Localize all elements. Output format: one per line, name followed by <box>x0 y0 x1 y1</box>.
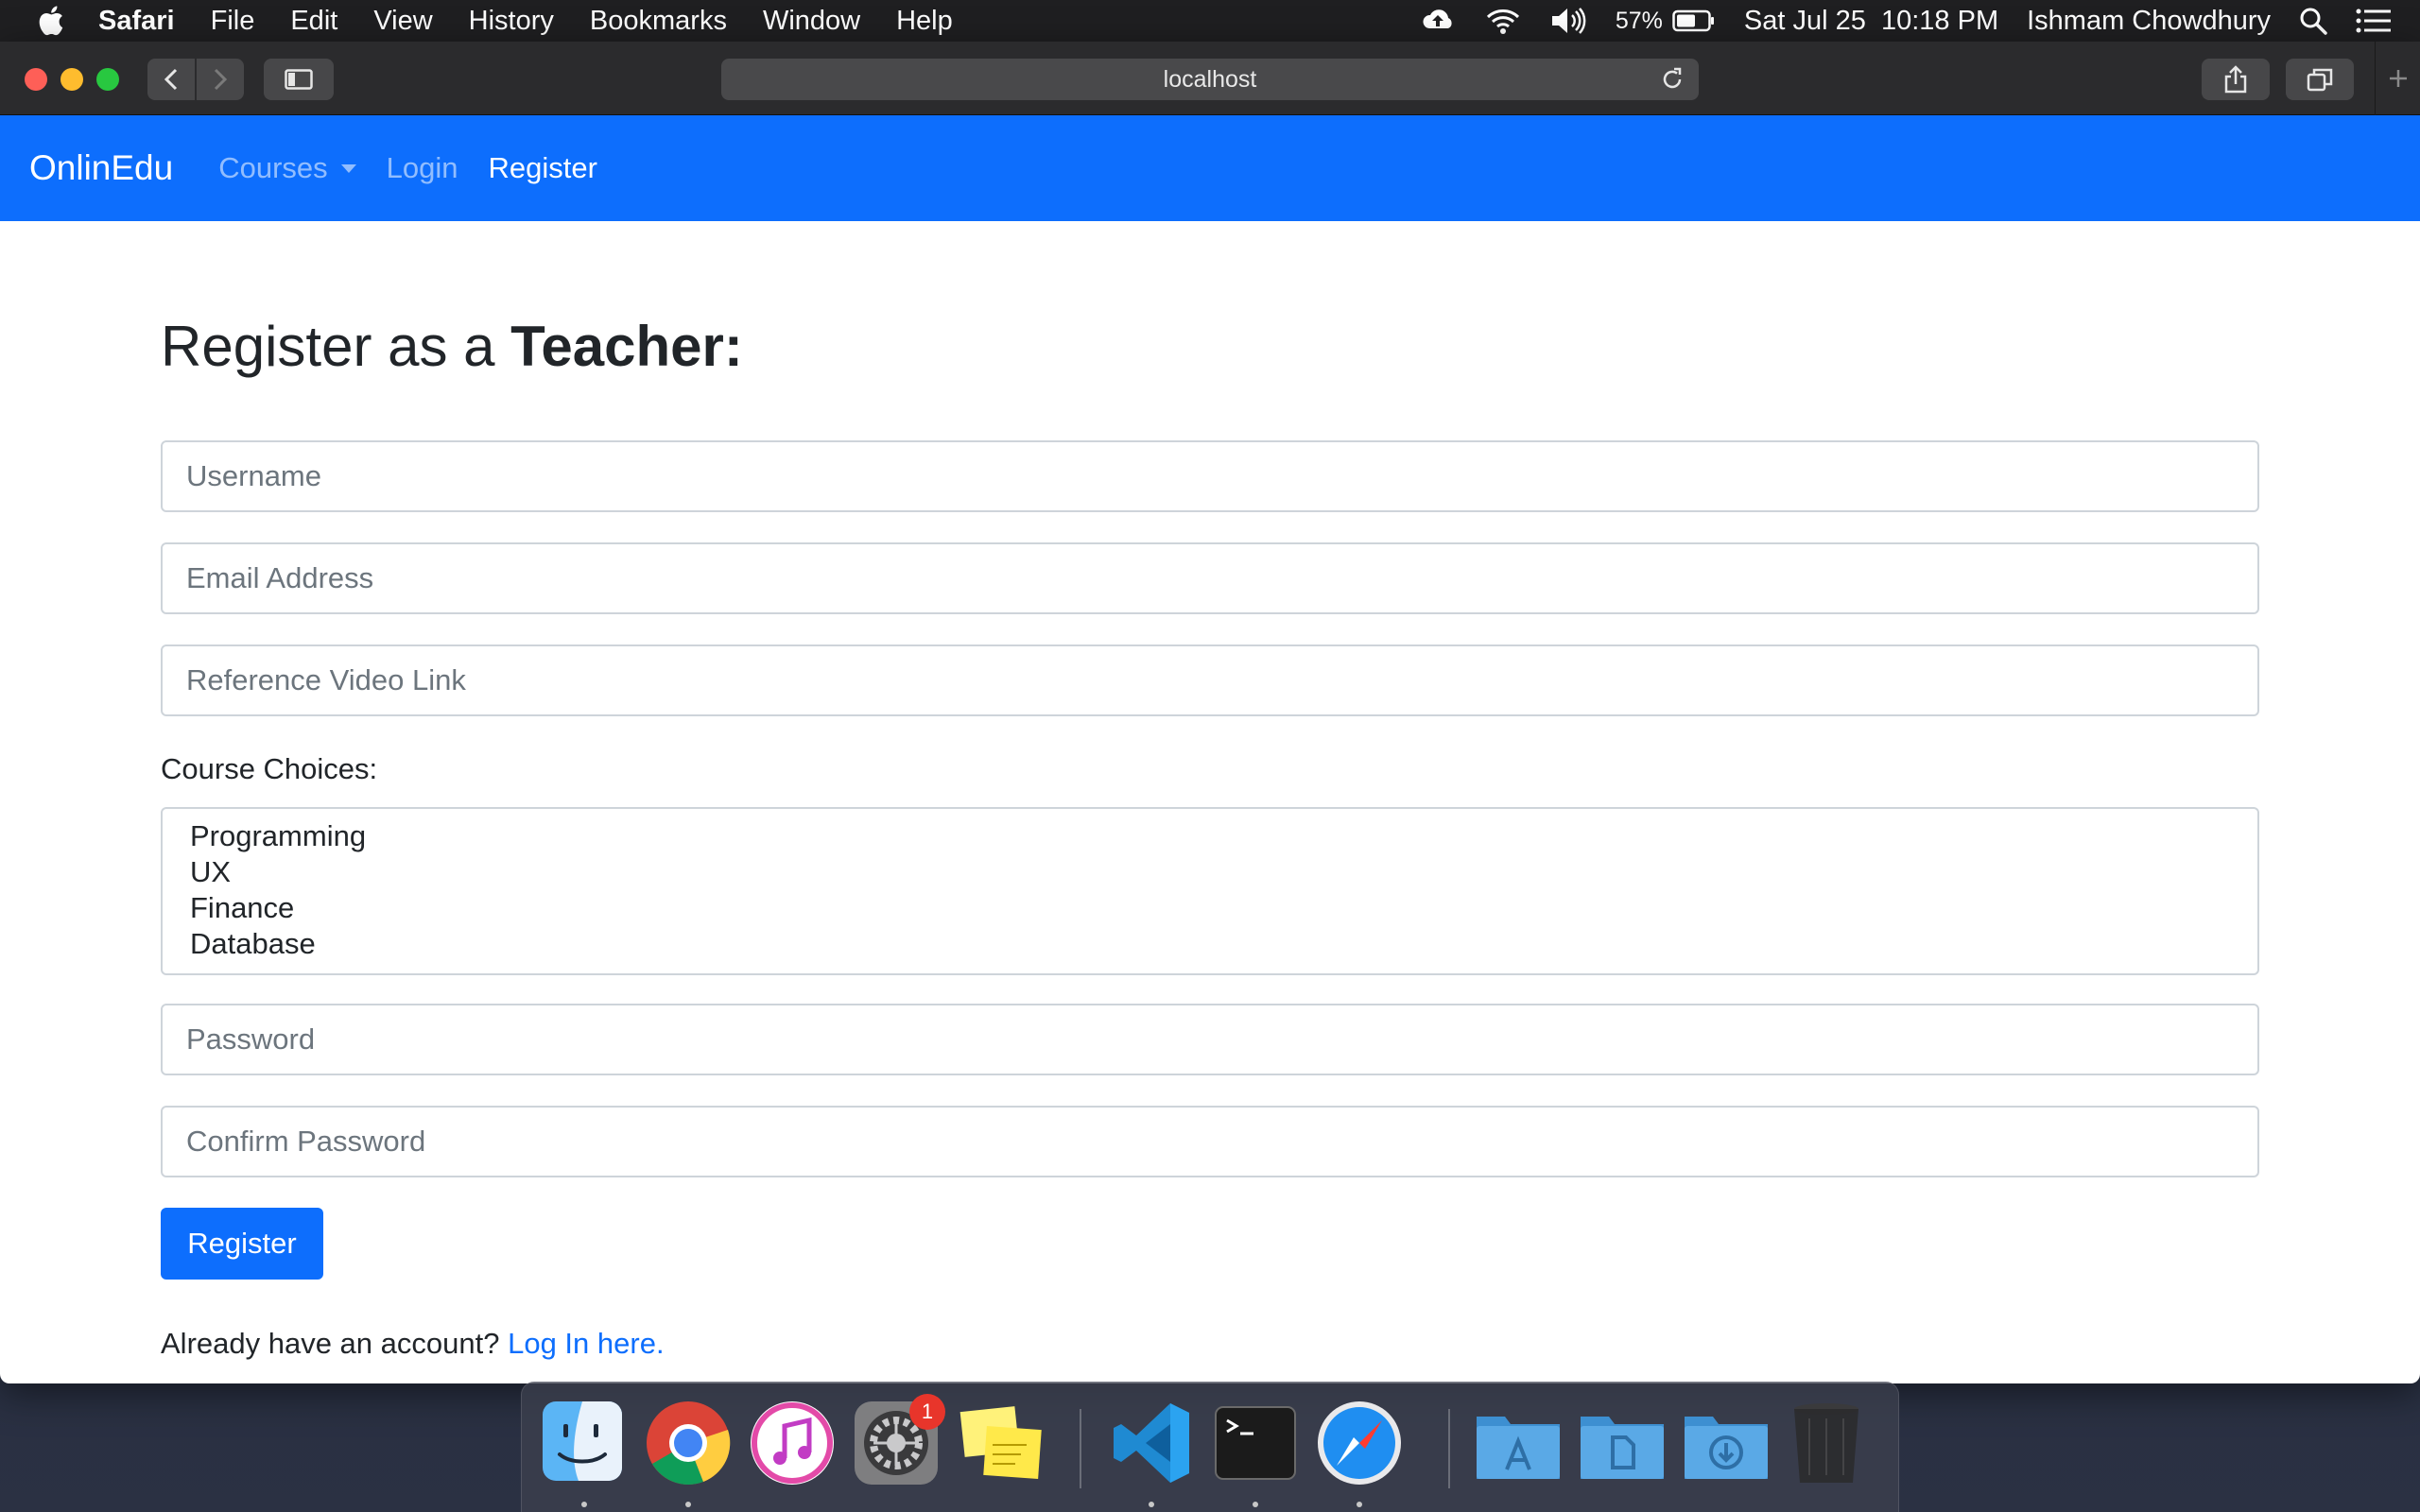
menu-user[interactable]: Ishmam Chowdhury <box>2027 6 2271 37</box>
menu-file[interactable]: File <box>211 6 255 37</box>
safari-icon <box>1318 1401 1401 1485</box>
course-option-ux[interactable]: UX <box>190 854 2257 890</box>
sidebar-icon <box>285 69 313 90</box>
login-prompt: Already have an account? Log In here. <box>161 1327 665 1361</box>
nav-login[interactable]: Login <box>387 151 458 185</box>
finder-icon <box>543 1401 622 1481</box>
course-choices-select[interactable]: Programming UX Finance Database <box>161 807 2259 975</box>
stickies-icon <box>959 1406 1042 1479</box>
forward-button[interactable] <box>197 59 244 100</box>
notification-badge: 1 <box>909 1394 945 1430</box>
volume-icon[interactable] <box>1549 7 1587 35</box>
nav-courses-label: Courses <box>218 151 328 184</box>
chrome-icon <box>647 1401 731 1485</box>
trash-icon <box>1794 1403 1858 1483</box>
dock-applications-folder[interactable] <box>1473 1400 1560 1486</box>
dock-finder[interactable] <box>541 1400 628 1486</box>
dock-trash[interactable] <box>1789 1400 1876 1486</box>
tabs-icon <box>2307 68 2333 92</box>
site-navbar: OnlinEdu Courses Login Register <box>0 115 2420 221</box>
dock-itunes[interactable] <box>749 1400 836 1486</box>
dock-system-preferences[interactable]: 1 <box>853 1394 945 1486</box>
dock-running-indicator <box>1357 1502 1362 1507</box>
browser-toolbar: localhost <box>0 42 2420 115</box>
register-submit-button[interactable]: Register <box>161 1208 323 1280</box>
dock-running-indicator <box>1253 1502 1258 1507</box>
menu-help[interactable]: Help <box>896 6 953 37</box>
course-choices-label: Course Choices: <box>161 752 378 785</box>
dock-terminal[interactable] <box>1212 1400 1299 1486</box>
new-tab-button[interactable] <box>2375 42 2420 115</box>
apple-menu-icon[interactable] <box>36 4 70 38</box>
dock: 1 <box>521 1382 1899 1512</box>
dock-documents-folder[interactable] <box>1577 1400 1664 1486</box>
dock-safari[interactable] <box>1316 1400 1403 1486</box>
vscode-icon <box>1114 1403 1189 1483</box>
chevron-right-icon <box>214 68 228 91</box>
course-option-finance[interactable]: Finance <box>190 890 2257 926</box>
menu-view[interactable]: View <box>373 6 432 37</box>
menu-window[interactable]: Window <box>763 6 860 37</box>
sidebar-toggle-button[interactable] <box>264 59 334 100</box>
battery-icon[interactable] <box>1672 9 1716 32</box>
dock-downloads-folder[interactable] <box>1681 1400 1768 1486</box>
plus-icon <box>2389 70 2407 87</box>
reference-video-input[interactable] <box>161 644 2259 716</box>
wifi-icon[interactable] <box>1485 7 1521 35</box>
login-prompt-text: Already have an account? <box>161 1327 509 1360</box>
window-close-button[interactable] <box>25 68 47 91</box>
confirm-password-input[interactable] <box>161 1106 2259 1177</box>
login-link[interactable]: Log In here. <box>508 1327 664 1360</box>
icloud-upload-icon[interactable] <box>1419 8 1457 34</box>
dock-chrome[interactable] <box>645 1400 732 1486</box>
menu-history[interactable]: History <box>469 6 554 37</box>
dock-stickies[interactable] <box>957 1400 1044 1486</box>
nav-register[interactable]: Register <box>489 151 597 185</box>
nav-courses-dropdown[interactable]: Courses <box>218 151 356 185</box>
share-button[interactable] <box>2202 59 2270 100</box>
dock-separator <box>1080 1409 1081 1488</box>
address-bar[interactable]: localhost <box>721 59 1699 100</box>
address-bar-url: localhost <box>1163 65 1257 93</box>
menu-app-safari[interactable]: Safari <box>98 6 175 37</box>
page-title: Register as a Teacher: <box>161 314 743 379</box>
menu-bookmarks[interactable]: Bookmarks <box>590 6 727 37</box>
page-title-role: Teacher: <box>510 315 743 378</box>
reload-icon[interactable] <box>1659 66 1685 93</box>
course-option-database[interactable]: Database <box>190 926 2257 962</box>
dock-running-indicator <box>685 1502 691 1507</box>
dock-vscode[interactable] <box>1108 1400 1195 1486</box>
applications-folder-icon <box>1477 1417 1560 1479</box>
menu-bar: Safari File Edit View History Bookmarks … <box>0 0 2420 42</box>
password-input[interactable] <box>161 1004 2259 1075</box>
chevron-left-icon <box>164 68 178 91</box>
share-icon <box>2224 65 2247 94</box>
site-brand[interactable]: OnlinEdu <box>29 148 173 188</box>
documents-folder-icon <box>1581 1417 1664 1479</box>
dock-running-indicator <box>1149 1502 1154 1507</box>
course-option-programming[interactable]: Programming <box>190 818 2257 854</box>
window-fullscreen-button[interactable] <box>96 68 119 91</box>
email-input[interactable] <box>161 542 2259 614</box>
safari-window: localhost OnlinEdu Courses Login Registe… <box>0 42 2420 1383</box>
battery-percentage: 57% <box>1615 7 1663 34</box>
back-button[interactable] <box>147 59 195 100</box>
dock-separator <box>1448 1409 1450 1488</box>
status-area: 57% Sat Jul 25 10:18 PM Ishmam Chowdhury <box>1419 0 2420 42</box>
username-input[interactable] <box>161 440 2259 512</box>
page-title-prefix: Register as a <box>161 315 511 378</box>
caret-down-icon <box>340 163 356 173</box>
terminal-icon <box>1215 1406 1296 1480</box>
notification-center-icon[interactable] <box>2356 8 2392 34</box>
spotlight-search-icon[interactable] <box>2299 7 2327 35</box>
menu-edit[interactable]: Edit <box>290 6 337 37</box>
tab-overview-button[interactable] <box>2286 59 2354 100</box>
itunes-icon <box>751 1401 834 1485</box>
menu-clock[interactable]: Sat Jul 25 10:18 PM <box>1744 6 1998 37</box>
window-minimize-button[interactable] <box>60 68 83 91</box>
dock-running-indicator <box>581 1502 587 1507</box>
downloads-folder-icon <box>1685 1417 1768 1479</box>
